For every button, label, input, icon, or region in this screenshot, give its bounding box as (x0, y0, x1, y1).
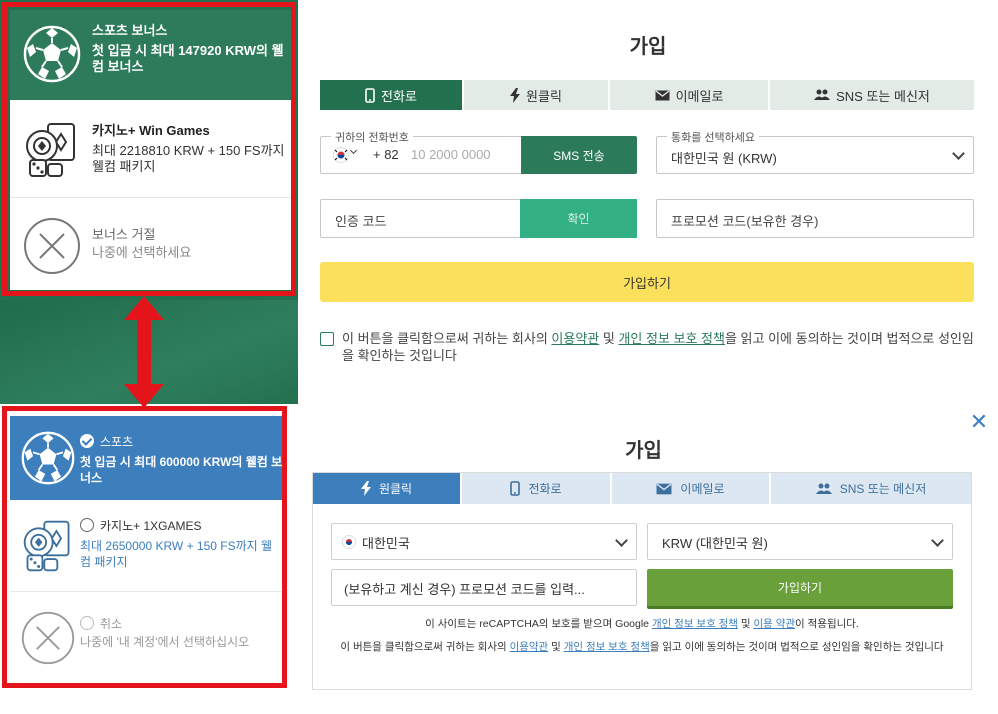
terms-link-2[interactable]: 이용약관 (510, 641, 549, 653)
phone-icon (365, 88, 375, 103)
currency-select[interactable]: 통화를 선택하세요 대한민국 원 (KRW) (656, 136, 974, 174)
confirm-button[interactable]: 확인 (520, 199, 637, 238)
recaptcha-notice: 이 사이트는 reCAPTCHA의 보호를 받으며 Google 개인 정보 보… (313, 616, 971, 631)
verification-code-field[interactable]: 인증 코드 확인 (320, 199, 636, 238)
verification-code-input[interactable]: 인증 코드 (335, 211, 386, 230)
envelope-icon (656, 483, 672, 495)
promo-code-field[interactable]: 프로모션 코드(보유한 경우) (656, 199, 974, 238)
tab-email-label: 이메일로 (676, 86, 724, 105)
tab-one-click-label: 원클릭 (526, 86, 562, 105)
tab-phone[interactable]: 전화로 (320, 80, 462, 110)
lightning-icon (361, 481, 371, 496)
comparison-screenshot: 스포츠 보너스 첫 입금 시 최대 147920 KRW의 웰컴 보너스 카지노… (0, 0, 998, 714)
tab-one-click-label-2: 원클릭 (379, 480, 412, 497)
tab-social-label: SNS 또는 메신저 (836, 86, 930, 105)
people-icon (816, 483, 832, 495)
privacy-link[interactable]: 개인 정보 보호 정책 (618, 331, 725, 346)
registration-card: 원클릭 전화로 이메일로 SNS 또는 메신저 (312, 472, 972, 690)
korea-flag-icon (342, 535, 356, 549)
country-code: + 82 (373, 147, 399, 162)
registration-tabs: 전화로 원클릭 이메일로 SNS 또는 메신저 (320, 80, 974, 110)
register-button-2[interactable]: 가입하기 (647, 569, 953, 606)
top-highlight-frame (2, 2, 296, 296)
phone-field-label: 귀하의 전화번호 (331, 129, 413, 145)
people-icon (814, 89, 830, 101)
sms-send-button[interactable]: SMS 전송 (521, 136, 637, 174)
currency-value-2: KRW (대한민국 원) (662, 533, 768, 552)
register-button[interactable]: 가입하기 (320, 262, 974, 302)
chevron-down-icon (615, 534, 628, 547)
tab-social[interactable]: SNS 또는 메신저 (770, 80, 974, 110)
envelope-icon (655, 90, 670, 101)
tab-social-2[interactable]: SNS 또는 메신저 (771, 473, 971, 504)
registration-tabs-2: 원클릭 전화로 이메일로 SNS 또는 메신저 (313, 473, 971, 504)
chevron-down-icon (931, 534, 944, 547)
chevron-down-icon (350, 147, 357, 154)
currency-value: 대한민국 원 (KRW) (671, 148, 777, 167)
tab-phone-label: 전화로 (381, 86, 417, 105)
bottom-bonus-sidebar: 스포츠 첫 입금 시 최대 600000 KRW의 웰컴 보너스 카지노+ 1X… (0, 406, 289, 714)
bottom-registration-panel: 스포츠 첫 입금 시 최대 600000 KRW의 웰컴 보너스 카지노+ 1X… (0, 406, 998, 714)
phone-input[interactable]: 10 2000 0000 (411, 147, 491, 162)
tab-phone-label-2: 전화로 (528, 480, 561, 497)
terms-agreement-2: 이 버튼을 클릭함으로써 귀하는 회사의 이용약관 및 개인 정보 보호 정책을… (327, 640, 957, 654)
tab-email-2[interactable]: 이메일로 (612, 473, 769, 504)
double-arrow-icon (124, 296, 164, 408)
terms-agreement: 이 버튼을 클릭함으로써 귀하는 회사의 이용약관 및 개인 정보 보호 정책을… (320, 330, 974, 364)
tab-email-label-2: 이메일로 (680, 480, 724, 497)
phone-field[interactable]: 귀하의 전화번호 + 82 10 2000 0000 SMS 전송 (320, 136, 636, 174)
country-value: 대한민국 (362, 533, 410, 552)
tab-social-label-2: SNS 또는 메신저 (840, 480, 927, 497)
close-icon[interactable]: ✕ (968, 412, 990, 434)
lightning-icon (510, 88, 520, 103)
chevron-down-icon (952, 147, 965, 160)
promo-code-field-2[interactable]: (보유하고 계신 경우) 프로모션 코드를 입력... (331, 569, 637, 606)
terms-link[interactable]: 이용약관 (551, 331, 599, 346)
tab-one-click-2[interactable]: 원클릭 (313, 473, 460, 504)
tab-one-click[interactable]: 원클릭 (464, 80, 608, 110)
top-registration-form: 가입 전화로 원클릭 이메일로 SNS 또는 메신저 (298, 0, 998, 404)
page-title-2: 가입 (289, 434, 998, 463)
phone-icon (510, 481, 520, 496)
privacy-link-2[interactable]: 개인 정보 보호 정책 (564, 641, 650, 653)
promo-code-input-2[interactable]: (보유하고 계신 경우) 프로모션 코드를 입력... (344, 579, 634, 598)
country-select[interactable]: 대한민국 (331, 523, 637, 560)
promo-code-input[interactable]: 프로모션 코드(보유한 경우) (671, 211, 818, 230)
currency-select-2[interactable]: KRW (대한민국 원) (647, 523, 953, 560)
agree-checkbox[interactable] (320, 332, 334, 346)
bottom-registration-form: ✕ 가입 원클릭 전화로 이메일로 (289, 406, 998, 714)
tab-phone-2[interactable]: 전화로 (462, 473, 610, 504)
tab-email[interactable]: 이메일로 (610, 80, 768, 110)
google-privacy-link[interactable]: 개인 정보 보호 정책 (652, 618, 738, 630)
currency-select-label: 통화를 선택하세요 (667, 129, 759, 145)
bottom-highlight-frame (2, 406, 287, 688)
korea-flag-icon (333, 147, 349, 163)
google-terms-link[interactable]: 이용 약관 (753, 618, 795, 630)
page-title: 가입 (298, 30, 998, 59)
